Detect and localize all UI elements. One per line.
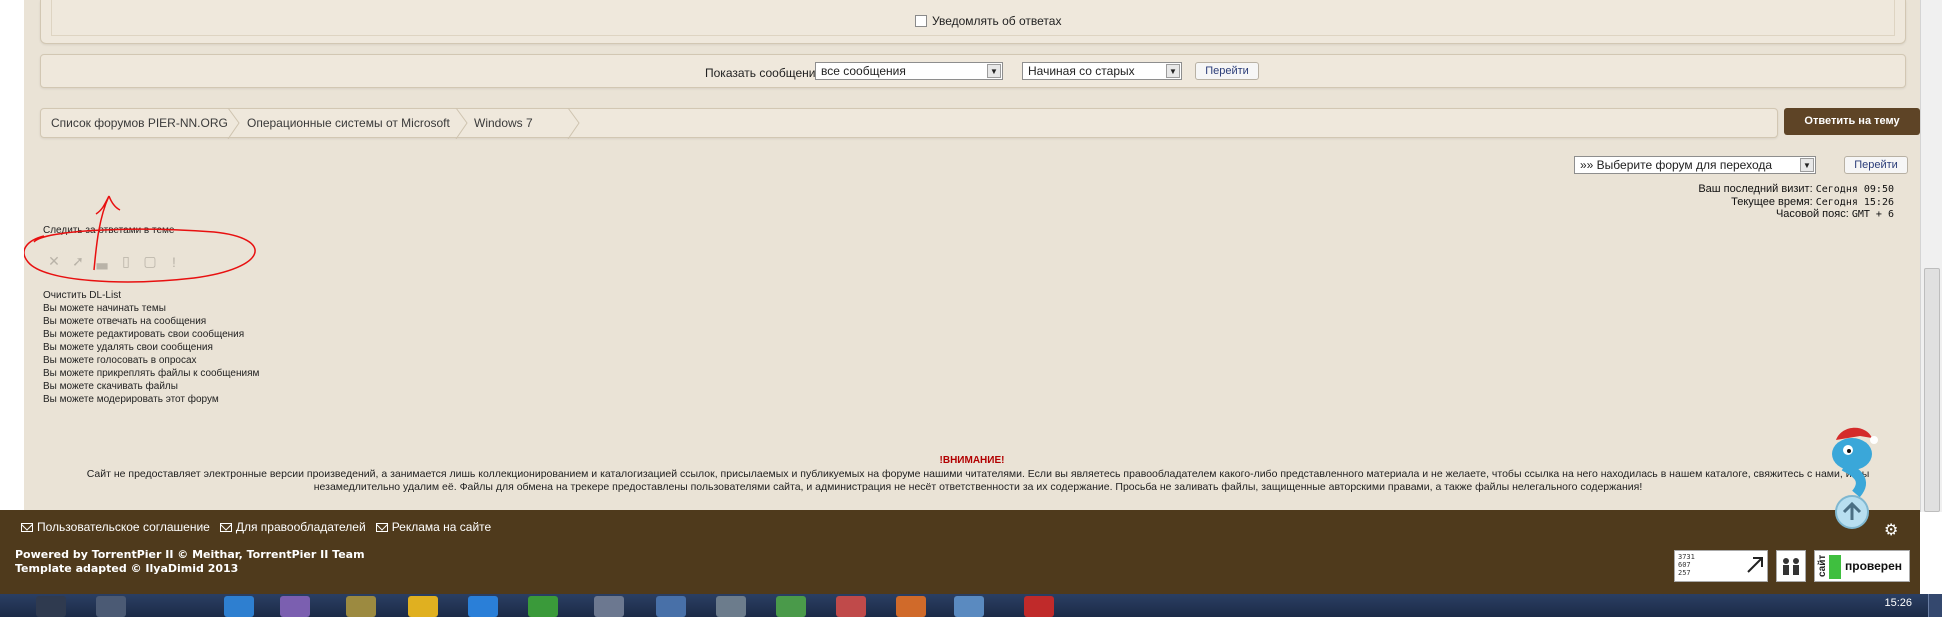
breadcrumb-item-category[interactable]: Операционные системы от Microsoft (247, 116, 450, 130)
taskbar-app-icon[interactable] (224, 596, 254, 617)
taskbar-app-icon[interactable] (408, 596, 438, 617)
permissions-list: Очистить DL-List Вы можете начинать темы… (43, 289, 259, 406)
utorrent-icon[interactable] (528, 596, 558, 617)
chevron-down-icon: ▼ (1166, 64, 1180, 78)
notify-checkbox[interactable] (915, 15, 927, 27)
permission-item: Вы можете редактировать свои сообщения (43, 329, 245, 340)
page-scrollbar[interactable] (1920, 0, 1942, 512)
permission-item: Вы можете модерировать этот форум (43, 394, 219, 405)
show-messages-label: Показать сообщения: (705, 66, 826, 80)
powered-by: Powered by TorrentPier II © Meithar, Tor… (15, 548, 365, 575)
taskbar-app-icon[interactable] (776, 596, 806, 617)
breadcrumb-separator (567, 108, 580, 139)
envelope-icon (219, 522, 232, 532)
notify-panel: Уведомлять об ответах (40, 0, 1906, 44)
permission-item: Вы можете голосовать в опросах (43, 355, 197, 366)
site-footer: Пользовательское соглашение Для правообл… (0, 510, 1920, 594)
users-icon (1783, 558, 1799, 575)
jump-go-button[interactable]: Перейти (1844, 156, 1908, 174)
taskbar-app-icon[interactable] (836, 596, 866, 617)
arrow-up-right-icon (1747, 557, 1763, 573)
notify-checkbox-label[interactable]: Уведомлять об ответах (915, 14, 1061, 28)
taskbar-app-icon[interactable] (280, 596, 310, 617)
taskbar-app-icon[interactable] (594, 596, 624, 617)
reply-to-topic-button[interactable]: Ответить на тему (1784, 108, 1920, 135)
warning-text: Сайт не предоставляет электронные версии… (86, 468, 1870, 493)
taskbar-app-icon[interactable] (896, 596, 926, 617)
footer-links: Пользовательское соглашение Для правообл… (21, 520, 491, 534)
users-badge[interactable] (1776, 550, 1806, 582)
breadcrumb-separator (455, 108, 468, 139)
jump-forum-select[interactable]: »» Выберите форум для перехода ▼ (1574, 156, 1816, 174)
visit-counter-badge[interactable]: 3731 607 257 (1674, 550, 1768, 582)
chevron-down-icon: ▼ (987, 64, 1001, 78)
breadcrumb-separator (227, 108, 240, 139)
chevron-down-icon: ▼ (1800, 158, 1814, 172)
messages-filter-select[interactable]: все сообщения ▼ (815, 62, 1003, 80)
footer-link-advertising[interactable]: Реклама на сайте (375, 520, 491, 534)
chrome-icon[interactable] (954, 596, 984, 617)
taskbar-app-icon[interactable] (656, 596, 686, 617)
breadcrumb: Список форумов PIER-NN.ORG Операционные … (40, 108, 1778, 139)
taskbar-app-icon[interactable] (36, 596, 66, 617)
permission-item: Вы можете начинать темы (43, 303, 166, 314)
mascot-snake-icon (1832, 427, 1878, 529)
last-visit-info: Ваш последний визит: Сегодня 09:50 (1698, 183, 1894, 195)
timezone-info: Часовой пояс: GMT + 6 (1775, 208, 1894, 220)
page-content: Уведомлять об ответах Показать сообщения… (24, 0, 1920, 512)
breadcrumb-item-forum[interactable]: Windows 7 (474, 116, 533, 130)
taskbar-clock[interactable]: 15:26 (1884, 597, 1912, 609)
taskbar-app-icon[interactable] (468, 596, 498, 617)
show-messages-go-button[interactable]: Перейти (1195, 62, 1259, 80)
permission-item: Вы можете удалять свои сообщения (43, 342, 213, 353)
taskbar-app-icon[interactable] (346, 596, 376, 617)
warning-title: !ВНИМАНИЕ! (939, 455, 1005, 466)
breadcrumb-item-forum-list[interactable]: Список форумов PIER-NN.ORG (51, 116, 228, 130)
permission-item: Вы можете скачивать файлы (43, 381, 178, 392)
show-messages-bar: Показать сообщения: все сообщения ▼ Начи… (40, 54, 1906, 88)
scrollbar-thumb[interactable] (1924, 268, 1940, 512)
yandex-icon[interactable] (1024, 596, 1054, 617)
footer-link-user-agreement[interactable]: Пользовательское соглашение (21, 520, 210, 534)
clear-dl-list-link[interactable]: Очистить DL-List (43, 289, 259, 302)
system-tray: 15:26 (1712, 594, 1942, 617)
envelope-icon (375, 522, 388, 532)
envelope-icon (21, 522, 33, 532)
permission-item: Вы можете прикреплять файлы к сообщениям (43, 368, 260, 379)
taskbar-app-icon[interactable] (716, 596, 746, 617)
footer-link-copyright-holders[interactable]: Для правообладателей (219, 520, 366, 534)
hand-drawn-annotation (24, 195, 256, 283)
permission-item: Вы можете отвечать на сообщения (43, 316, 207, 327)
site-verified-badge[interactable]: сайт проверен (1814, 550, 1910, 582)
messages-order-select[interactable]: Начиная со старых ▼ (1022, 62, 1182, 80)
gear-icon[interactable]: ⚙ (1884, 520, 1898, 540)
windows-taskbar: 15:26 (0, 594, 1942, 617)
taskbar-app-icon[interactable] (96, 596, 126, 617)
show-desktop-button[interactable] (1928, 594, 1942, 617)
